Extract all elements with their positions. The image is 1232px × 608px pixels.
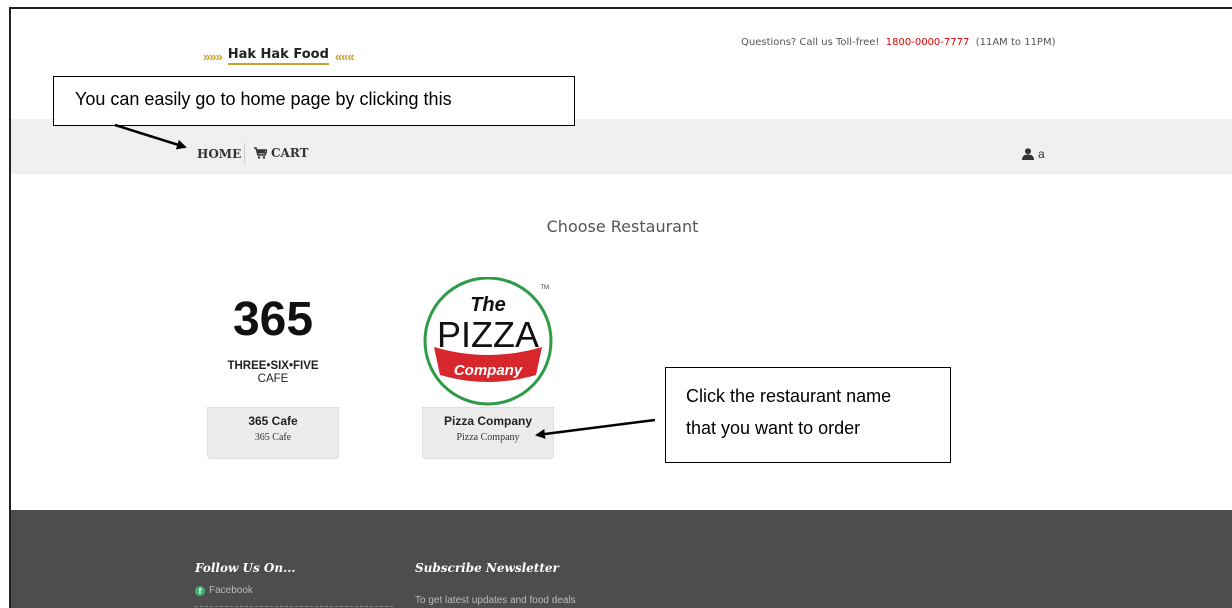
annotation-arrows <box>114 123 656 439</box>
page-frame: »»» Hak Hak Food ««« Questions? Call us … <box>9 7 1232 608</box>
restaurant-hint-arrow <box>535 418 656 439</box>
home-hint-arrow <box>114 123 187 150</box>
